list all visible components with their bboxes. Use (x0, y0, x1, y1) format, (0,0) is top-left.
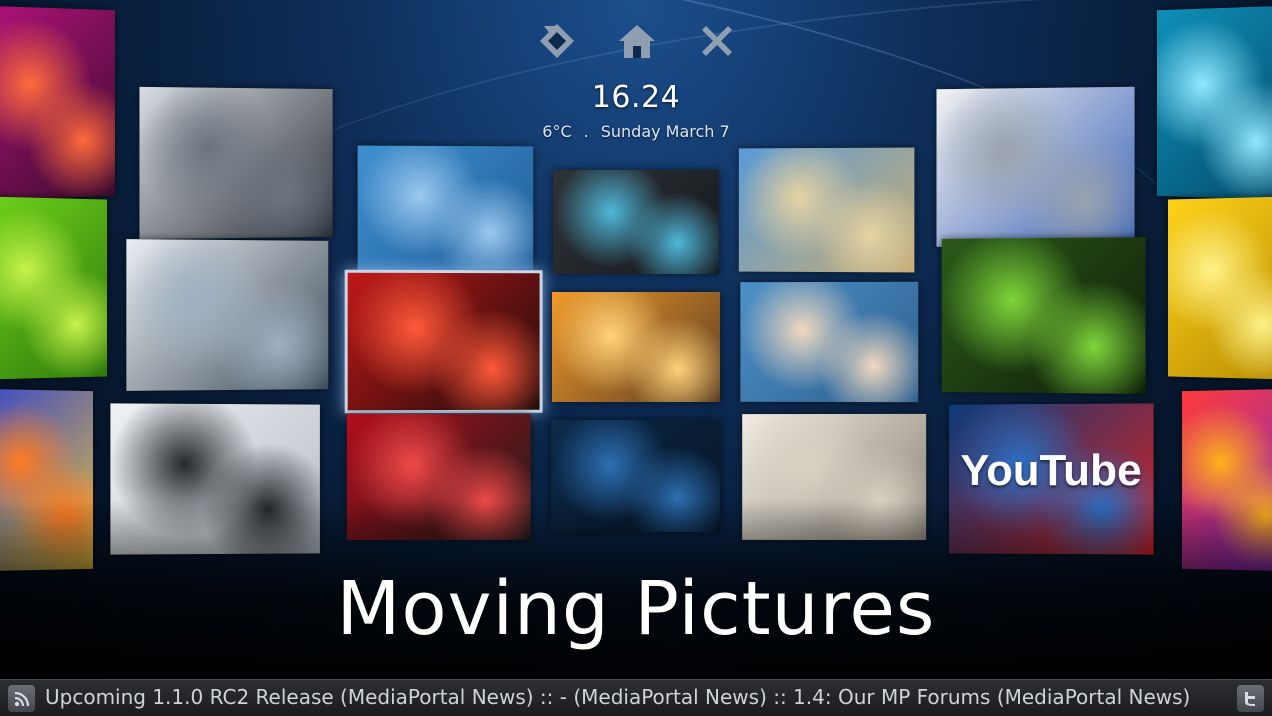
weather-date-line: 6°C. Sunday March 7 (0, 122, 1272, 141)
tile-yellow-light[interactable] (1168, 196, 1272, 380)
tile-film-reel[interactable] (941, 237, 1146, 394)
rss-icon[interactable] (8, 685, 35, 712)
back-icon[interactable] (536, 20, 578, 62)
temperature: 6°C (542, 122, 572, 141)
date: Sunday March 7 (600, 122, 730, 141)
tile-camcorder[interactable] (126, 239, 329, 391)
tile-newspaper-man[interactable] (740, 281, 919, 403)
news-ticker-bar: Upcoming 1.1.0 RC2 Release (MediaPortal … (0, 679, 1272, 716)
tile-media-keys[interactable] (553, 170, 719, 274)
home-icon[interactable] (616, 20, 658, 62)
section-title: Moving Pictures (336, 566, 936, 652)
tile-green-drops[interactable] (0, 196, 107, 380)
news-ticker-text[interactable]: Upcoming 1.1.0 RC2 Release (MediaPortal … (45, 685, 1190, 709)
separator: . (583, 122, 589, 141)
close-icon[interactable] (696, 20, 738, 62)
tile-beach-bottle[interactable] (738, 147, 915, 273)
tile-sky-clouds[interactable] (357, 145, 534, 271)
twitter-icon[interactable] (1237, 685, 1264, 712)
tile-flat-tv[interactable] (552, 292, 720, 402)
home-screen: YouTube 16.24 6°C. Sunday March 7 Moving … (0, 0, 1272, 716)
tile-cinema-seats[interactable] (344, 269, 543, 414)
clock-time: 16.24 (591, 80, 681, 115)
tile-label: YouTube (960, 445, 1142, 496)
